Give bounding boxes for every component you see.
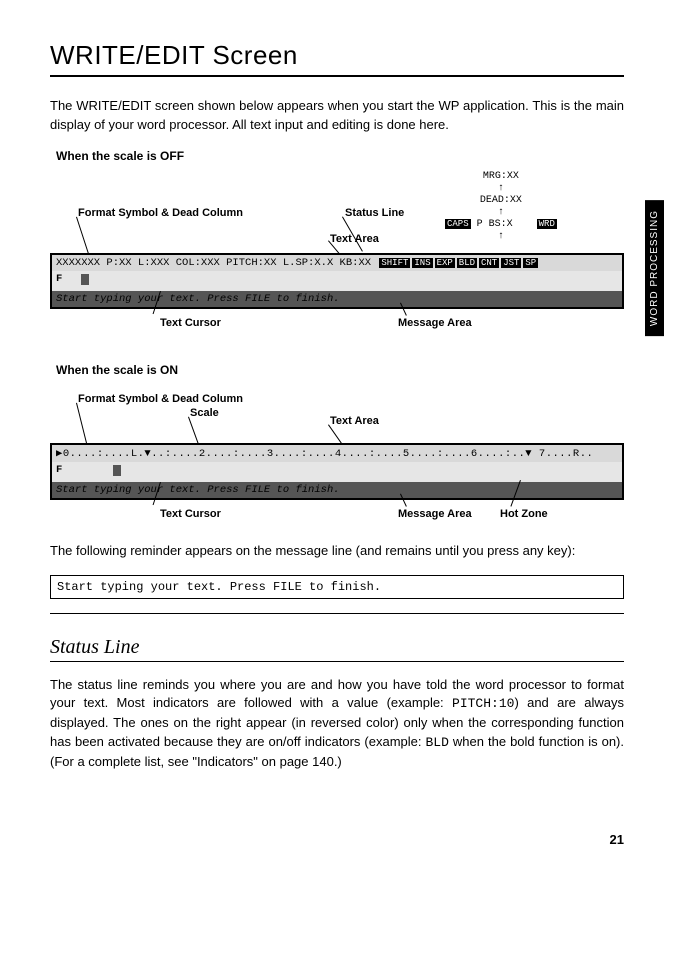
stack-mrg: MRG:XX [445, 171, 557, 183]
text-cursor [81, 274, 89, 285]
status-text: XXXXXXX P:XX L:XXX COL:XXX PITCH:XX L.SP… [56, 257, 371, 269]
diagram-off-labels-above: Format Symbol & Dead Column Status Line … [50, 171, 624, 253]
status-line-heading: Status Line [50, 636, 624, 659]
stack-arrow: ↑ [445, 183, 557, 195]
indicator: SHIFT [379, 258, 410, 268]
stack-wrd: WRD [537, 219, 557, 230]
format-symbol: F [56, 464, 62, 476]
indicator: BLD [457, 258, 477, 268]
divider [50, 661, 624, 662]
mock-screen-off: XXXXXXX P:XX L:XXX COL:XXX PITCH:XX L.SP… [50, 253, 624, 309]
reminder-intro: The following reminder appears on the me… [50, 542, 624, 561]
stack-caps: CAPS [445, 219, 471, 230]
label-message-area: Message Area [398, 508, 472, 520]
diagram-on-labels-below: Text Cursor Message Area Hot Zone [50, 504, 624, 528]
message-row: Start typing your text. Press FILE to fi… [52, 291, 622, 307]
reminder-box: Start typing your text. Press FILE to fi… [50, 575, 624, 599]
label-format-symbol: Format Symbol & Dead Column [78, 207, 243, 219]
diagram-off-labels-below: Text Cursor Message Area [50, 313, 624, 337]
pointer-line [76, 216, 90, 256]
intro-paragraph: The WRITE/EDIT screen shown below appear… [50, 97, 624, 135]
label-format-symbol: Format Symbol & Dead Column [78, 393, 243, 405]
title-rule [50, 75, 624, 77]
page-number: 21 [50, 832, 624, 847]
label-status-line: Status Line [345, 207, 404, 219]
text-cursor [113, 465, 121, 476]
indicator: SP [523, 258, 538, 268]
stack-row3: CAPS P BS:X WRD [445, 219, 557, 231]
diagram-off-heading: When the scale is OFF [56, 149, 624, 163]
diagram-on-heading: When the scale is ON [56, 363, 624, 377]
mock-screen-on: ▶0....:....L.▼..:....2....:....3....:...… [50, 443, 624, 500]
indicator: CNT [479, 258, 499, 268]
stack-dead: DEAD:XX [445, 195, 557, 207]
scale-bar: ▶0....:....L.▼..:....2....:....3....:...… [52, 445, 622, 462]
pointer-line [76, 402, 88, 445]
status-line-paragraph: The status line reminds you where you ar… [50, 676, 624, 772]
divider [50, 613, 624, 614]
status-mono-2: BLD [426, 735, 449, 750]
format-symbol: F [56, 273, 62, 285]
label-scale: Scale [190, 407, 219, 419]
status-line-row: XXXXXXX P:XX L:XXX COL:XXX PITCH:XX L.SP… [52, 255, 622, 271]
indicator: EXP [435, 258, 455, 268]
status-mono-1: PITCH:10 [452, 696, 514, 711]
stack-labels: MRG:XX ↑ DEAD:XX ↑ CAPS P BS:X WRD ↑ [445, 171, 557, 243]
label-text-cursor: Text Cursor [160, 508, 221, 520]
indicator: JST [501, 258, 521, 268]
message-row: Start typing your text. Press FILE to fi… [52, 482, 622, 498]
stack-arrow: ↑ [445, 231, 557, 243]
pointer-line [188, 416, 199, 445]
text-area-row: F [52, 271, 622, 291]
label-text-area: Text Area [330, 415, 379, 427]
stack-pbs: P BS:X [477, 219, 513, 230]
diagram-scale-off: When the scale is OFF Format Symbol & De… [50, 149, 624, 337]
diagram-scale-on: When the scale is ON Format Symbol & Dea… [50, 363, 624, 528]
side-tab: WORD PROCESSING [645, 200, 664, 336]
page-title: WRITE/EDIT Screen [50, 40, 624, 71]
diagram-on-labels-above: Format Symbol & Dead Column Scale Text A… [50, 385, 624, 443]
label-message-area: Message Area [398, 317, 472, 329]
stack-arrow: ↑ [445, 207, 557, 219]
label-text-cursor: Text Cursor [160, 317, 221, 329]
label-hot-zone: Hot Zone [500, 508, 548, 520]
indicator: INS [412, 258, 432, 268]
text-area-row: F [52, 462, 622, 482]
